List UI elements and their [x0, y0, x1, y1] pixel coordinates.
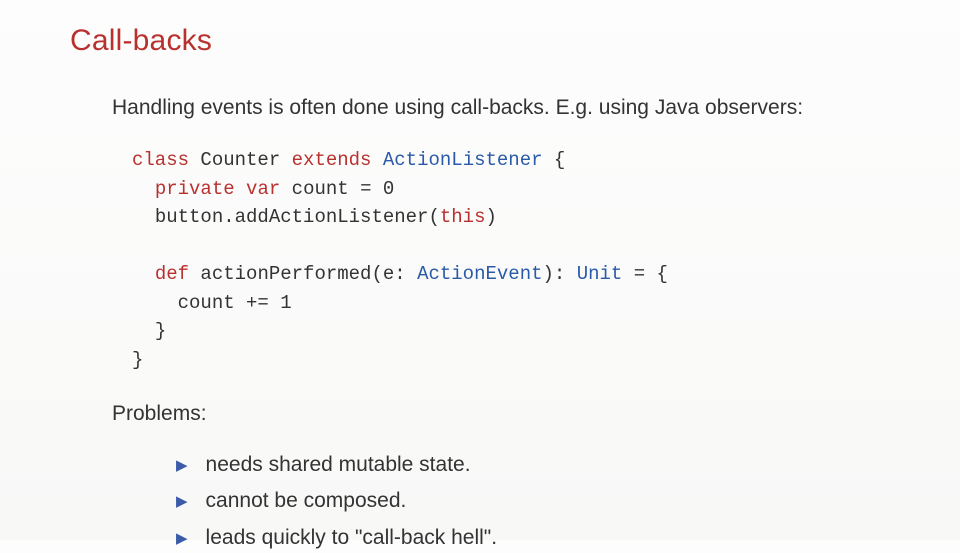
code-text: {: [543, 149, 566, 171]
bullet-icon: ▶: [176, 491, 188, 513]
code-text: = {: [622, 263, 668, 285]
code-kw: var: [246, 178, 280, 200]
code-kw: def: [155, 263, 189, 285]
bullet-list: ▶ needs shared mutable state. ▶ cannot b…: [176, 450, 890, 553]
problems-label: Problems:: [112, 402, 890, 426]
code-text: button.addActionListener(: [155, 206, 440, 228]
code-kw: class: [132, 149, 189, 171]
code-kw: private: [155, 178, 235, 200]
code-text: ):: [543, 263, 577, 285]
code-kw: extends: [292, 149, 372, 171]
bullet-icon: ▶: [176, 455, 188, 477]
code-text: [371, 149, 382, 171]
code-text: ): [485, 206, 496, 228]
list-item: ▶ leads quickly to "call-back hell".: [176, 523, 890, 553]
code-kw: this: [440, 206, 486, 228]
code-text: Counter: [189, 149, 292, 171]
bullet-icon: ▶: [176, 528, 188, 550]
code-text: [235, 178, 246, 200]
slide-container: Call-backs Handling events is often done…: [0, 0, 960, 553]
code-text: }: [132, 349, 143, 371]
code-text: count = 0: [280, 178, 394, 200]
code-text: actionPerformed(e:: [189, 263, 417, 285]
bullet-text: cannot be composed.: [206, 486, 407, 516]
code-text: }: [155, 320, 166, 342]
intro-text: Handling events is often done using call…: [112, 96, 890, 120]
code-text: count += 1: [178, 292, 292, 314]
code-type: ActionListener: [383, 149, 543, 171]
slide-title: Call-backs: [70, 24, 890, 58]
code-block: class Counter extends ActionListener { p…: [132, 146, 890, 374]
code-type: Unit: [577, 263, 623, 285]
list-item: ▶ cannot be composed.: [176, 486, 890, 516]
list-item: ▶ needs shared mutable state.: [176, 450, 890, 480]
code-type: ActionEvent: [417, 263, 542, 285]
bullet-text: leads quickly to "call-back hell".: [206, 523, 498, 553]
bullet-text: needs shared mutable state.: [206, 450, 471, 480]
